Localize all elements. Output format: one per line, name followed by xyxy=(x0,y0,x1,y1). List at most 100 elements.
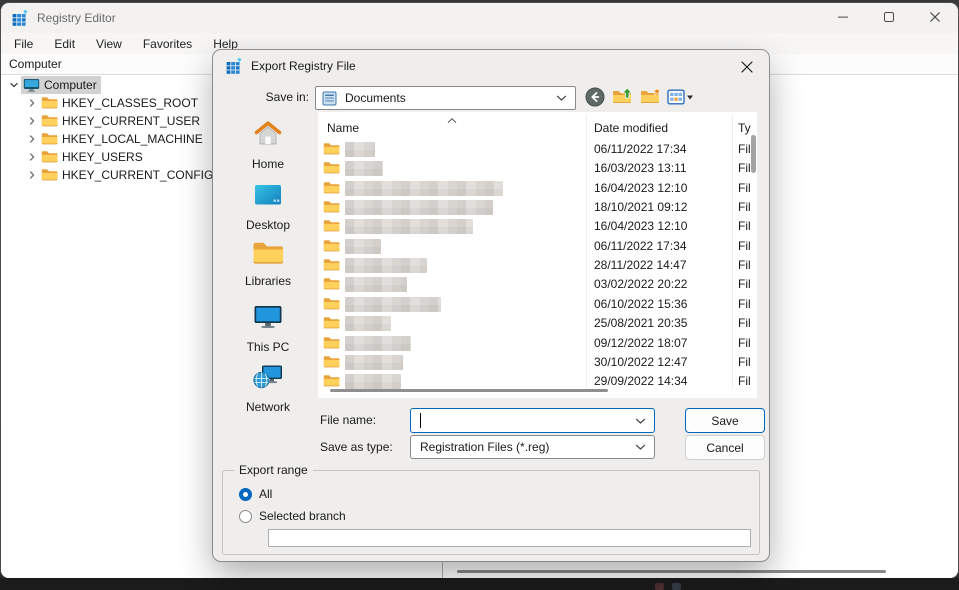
file-date-modified: 06/11/2022 17:34 xyxy=(594,239,687,253)
dialog-titlebar[interactable]: Export Registry File xyxy=(213,50,769,82)
redacted-file-name xyxy=(345,161,383,176)
tree-item-label: HKEY_LOCAL_MACHINE xyxy=(62,132,203,146)
save-as-type-combobox[interactable]: Registration Files (*.reg) xyxy=(410,435,655,459)
folder-icon xyxy=(41,168,58,183)
file-date-modified: 18/10/2021 09:12 xyxy=(594,200,687,214)
tree-item-body[interactable]: HKEY_CLASSES_ROOT xyxy=(39,94,202,112)
maximize-icon xyxy=(884,11,894,25)
places-sidebar: HomeDesktopLibrariesThis PCNetwork xyxy=(223,112,313,398)
file-name-label: File name: xyxy=(320,413,376,427)
cancel-button[interactable]: Cancel xyxy=(685,435,765,460)
close-icon xyxy=(930,11,940,25)
redacted-file-name xyxy=(345,200,493,215)
file-row[interactable]: 16/03/2023 13:11Fil xyxy=(318,159,757,178)
file-row[interactable]: 16/04/2023 12:10Fil xyxy=(318,179,757,198)
taskbar-icon[interactable] xyxy=(655,583,664,590)
sidebar-item-desktop[interactable]: Desktop xyxy=(223,179,313,232)
tree-item-body[interactable]: HKEY_CURRENT_CONFIG xyxy=(39,166,217,184)
file-date-modified: 25/08/2021 20:35 xyxy=(594,316,687,330)
dialog-close-button[interactable] xyxy=(735,55,759,79)
back-button[interactable] xyxy=(584,87,606,109)
column-header-date-modified[interactable]: Date modified xyxy=(594,121,668,135)
file-row[interactable]: 09/12/2022 18:07Fil xyxy=(318,334,757,353)
chevron-down-icon[interactable] xyxy=(635,414,646,428)
file-type: Fil xyxy=(738,297,751,311)
file-type: Fil xyxy=(738,161,751,175)
tree-item-body[interactable]: HKEY_CURRENT_USER xyxy=(39,112,204,130)
save-in-combobox[interactable]: Documents xyxy=(315,86,576,110)
view-menu-button[interactable] xyxy=(665,87,695,109)
sidebar-item-libraries[interactable]: Libraries xyxy=(223,240,313,288)
new-folder-button[interactable] xyxy=(640,87,662,109)
up-one-level-button[interactable] xyxy=(612,87,634,109)
minimize-button[interactable] xyxy=(820,3,866,33)
chevron-down-icon[interactable] xyxy=(7,78,21,92)
chevron-down-icon[interactable] xyxy=(635,440,646,454)
sidebar-item-network[interactable]: Network xyxy=(223,361,313,414)
desktop-icon xyxy=(252,179,284,214)
file-list[interactable]: Name Date modified Ty 06/11/2022 17:34Fi… xyxy=(318,112,757,398)
menu-edit[interactable]: Edit xyxy=(50,36,79,52)
menu-view[interactable]: View xyxy=(92,36,126,52)
chevron-down-icon[interactable] xyxy=(556,91,567,105)
save-in-value: Documents xyxy=(345,91,406,105)
text-cursor xyxy=(420,413,421,428)
sidebar-item-this-pc[interactable]: This PC xyxy=(223,301,313,354)
menu-favorites[interactable]: Favorites xyxy=(139,36,196,52)
titlebar[interactable]: Registry Editor xyxy=(1,3,958,33)
tree-item-body[interactable]: HKEY_USERS xyxy=(39,148,147,166)
radio-all[interactable]: All xyxy=(239,487,272,501)
tree-item-label: HKEY_CURRENT_USER xyxy=(62,114,200,128)
file-row[interactable]: 06/11/2022 17:34Fil xyxy=(318,140,757,159)
redacted-file-name xyxy=(345,316,391,331)
sidebar-item-home[interactable]: Home xyxy=(223,118,313,171)
folder-icon xyxy=(323,181,340,198)
selected-branch-input[interactable] xyxy=(268,529,751,547)
redacted-file-name xyxy=(345,142,375,157)
chevron-right-icon[interactable] xyxy=(25,114,39,128)
file-row[interactable]: 06/11/2022 17:34Fil xyxy=(318,237,757,256)
column-header-type[interactable]: Ty xyxy=(738,121,751,135)
tree-item-body[interactable]: HKEY_LOCAL_MACHINE xyxy=(39,130,207,148)
tree-item-body[interactable]: Computer xyxy=(21,76,101,94)
file-row[interactable]: 03/02/2022 20:22Fil xyxy=(318,275,757,294)
file-row[interactable]: 18/10/2021 09:12Fil xyxy=(318,198,757,217)
maximize-button[interactable] xyxy=(866,3,912,33)
close-button[interactable] xyxy=(912,3,958,33)
chevron-right-icon[interactable] xyxy=(25,168,39,182)
folder-icon xyxy=(323,161,340,178)
file-type: Fil xyxy=(738,219,751,233)
redacted-file-name xyxy=(345,374,401,389)
file-row[interactable]: 16/04/2023 12:10Fil xyxy=(318,217,757,236)
file-row[interactable]: 30/10/2022 12:47Fil xyxy=(318,353,757,372)
redacted-file-name xyxy=(345,181,503,196)
folder-icon xyxy=(323,316,340,333)
export-range-group: Export range All Selected branch xyxy=(222,470,760,555)
chevron-right-icon[interactable] xyxy=(25,96,39,110)
menu-file[interactable]: File xyxy=(10,36,37,52)
radio-all-control[interactable] xyxy=(239,488,252,501)
sidebar-item-label: Network xyxy=(246,400,290,414)
right-panel-hscrollbar-thumb[interactable] xyxy=(457,570,886,573)
sort-ascending-icon xyxy=(446,113,458,127)
list-vscrollbar-thumb[interactable] xyxy=(751,135,756,173)
file-date-modified: 06/11/2022 17:34 xyxy=(594,142,687,156)
file-row[interactable]: 25/08/2021 20:35Fil xyxy=(318,314,757,333)
file-type: Fil xyxy=(738,181,751,195)
file-row[interactable]: 28/11/2022 14:47Fil xyxy=(318,256,757,275)
redacted-file-name xyxy=(345,219,473,234)
redacted-file-name xyxy=(345,297,441,312)
chevron-right-icon[interactable] xyxy=(25,150,39,164)
sidebar-item-label: Desktop xyxy=(246,218,290,232)
file-name-input[interactable] xyxy=(410,408,655,433)
column-header-name[interactable]: Name xyxy=(327,121,359,135)
radio-selected-branch-control[interactable] xyxy=(239,510,252,523)
folder-icon xyxy=(41,96,58,111)
view-menu-icon xyxy=(667,89,694,108)
radio-selected-branch[interactable]: Selected branch xyxy=(239,509,346,523)
list-hscrollbar-thumb[interactable] xyxy=(330,389,608,392)
save-button[interactable]: Save xyxy=(685,408,765,433)
chevron-right-icon[interactable] xyxy=(25,132,39,146)
taskbar-icon[interactable] xyxy=(672,583,681,590)
file-row[interactable]: 06/10/2022 15:36Fil xyxy=(318,295,757,314)
